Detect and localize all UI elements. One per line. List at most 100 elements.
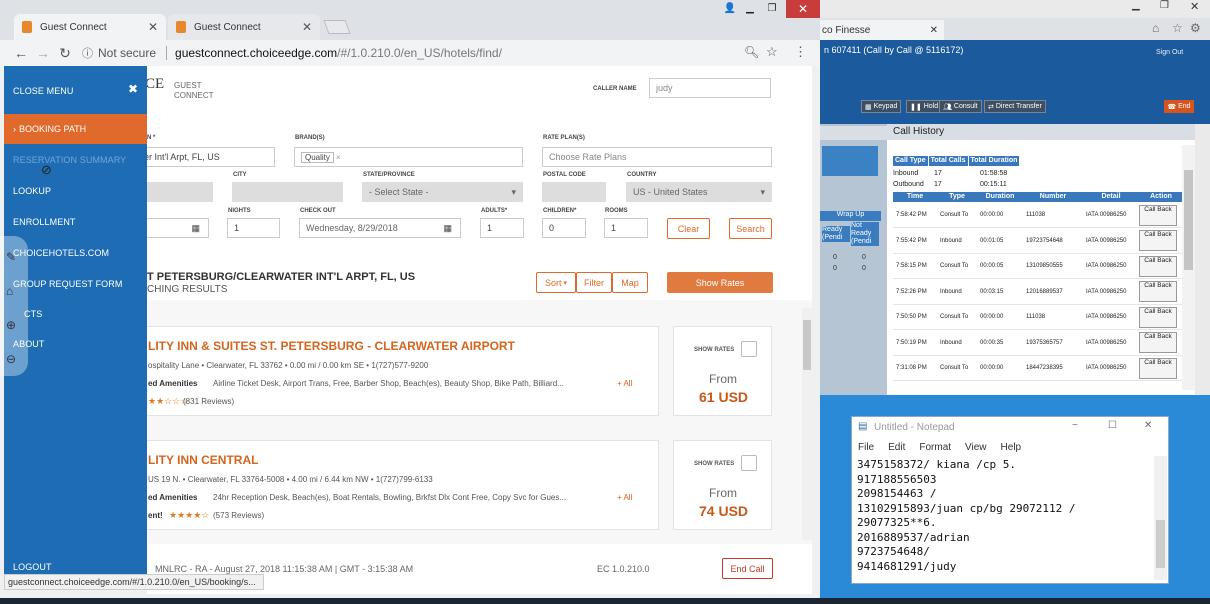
destination-input[interactable]: er Int'l Arpt, FL, US xyxy=(137,147,275,167)
calendar-icon[interactable]: ▦ xyxy=(191,223,200,234)
scrollbar-thumb[interactable] xyxy=(1184,170,1193,270)
menu-help[interactable]: Help xyxy=(1001,442,1022,453)
tab-guest-connect-2[interactable]: Guest Connect ✕ xyxy=(168,14,320,40)
country-select[interactable]: US - United States ▾ xyxy=(626,182,772,202)
minimize-icon[interactable]: ▁ xyxy=(740,2,760,16)
city-input[interactable] xyxy=(232,182,343,202)
window-close-icon[interactable]: ✕ xyxy=(786,0,820,18)
consult-button[interactable]: 👥︎ Consult xyxy=(939,100,982,113)
hotel-name[interactable]: LITY INN CENTRAL xyxy=(148,453,258,467)
menu-edit[interactable]: Edit xyxy=(888,442,905,453)
end-call-button[interactable]: ☎ End xyxy=(1164,100,1194,113)
menu-item-enrollment[interactable]: ENROLLMENT xyxy=(13,217,76,227)
reload-icon[interactable]: ↻ xyxy=(54,45,76,62)
show-rates-button[interactable]: Show Rates xyxy=(667,272,773,293)
settings-gear-icon[interactable]: ⚙ xyxy=(1190,21,1201,35)
clear-button[interactable]: Clear xyxy=(667,218,710,239)
tab-guest-connect-1[interactable]: Guest Connect ✕ xyxy=(14,14,166,40)
menu-view[interactable]: View xyxy=(965,442,987,453)
bookmark-star-icon[interactable]: ☆ xyxy=(1172,21,1183,35)
scrollbar-thumb[interactable] xyxy=(803,320,811,370)
rate-plans-input[interactable]: Choose Rate Plans xyxy=(542,147,772,167)
reviews-link[interactable]: (573 Reviews) xyxy=(213,511,264,520)
pen-icon[interactable]: ✎ xyxy=(6,250,16,264)
close-tab-icon[interactable]: ✕ xyxy=(302,20,312,34)
hotel-name[interactable]: LITY INN & SUITES ST. PETERSBURG - CLEAR… xyxy=(148,339,515,353)
col-number[interactable]: Number xyxy=(1023,192,1083,202)
adults-input[interactable]: 1 xyxy=(480,218,524,238)
new-tab-button[interactable] xyxy=(323,20,351,34)
state-select[interactable]: - Select State - ▾ xyxy=(362,182,523,202)
url-text[interactable]: guestconnect.choiceedge.com/#/1.0.210.0/… xyxy=(175,46,502,60)
search-button[interactable]: Search xyxy=(729,218,772,239)
col-type[interactable]: Type xyxy=(937,192,977,202)
close-icon[interactable]: ✕ xyxy=(1144,420,1152,431)
close-tab-icon[interactable]: ✕ xyxy=(930,25,938,36)
menu-item-reservation-summary[interactable]: RESERVATION SUMMARY xyxy=(13,155,126,165)
menu-item-logout[interactable]: LOGOUT xyxy=(13,562,52,572)
menu-item-group-request[interactable]: GROUP REQUEST FORM xyxy=(13,279,122,289)
call-back-button[interactable]: Call Back xyxy=(1139,255,1177,277)
sort-button[interactable]: Sort ▾ xyxy=(536,272,576,293)
col-action[interactable]: Action xyxy=(1139,192,1183,202)
close-menu-item[interactable]: CLOSE MENU xyxy=(13,86,74,96)
brands-input[interactable]: Quality × xyxy=(294,147,523,167)
checkin-input[interactable]: ▦ xyxy=(137,218,209,238)
close-tab-icon[interactable]: ✕ xyxy=(148,20,158,34)
keypad-button[interactable]: ▦ Keypad xyxy=(861,100,902,113)
nights-input[interactable]: 1 xyxy=(227,218,280,238)
home-icon[interactable]: ⌂ xyxy=(1152,21,1159,35)
menu-item-lookup[interactable]: LOOKUP xyxy=(13,186,51,196)
back-icon[interactable]: ← xyxy=(10,45,32,61)
checkout-input[interactable]: Wednesday, 8/29/2018 ▦ xyxy=(299,218,461,238)
call-back-button[interactable]: Call Back xyxy=(1139,230,1177,251)
hold-button[interactable]: ❚❚ Hold xyxy=(906,100,943,113)
col-duration[interactable]: Duration xyxy=(977,192,1023,202)
forward-icon[interactable]: → xyxy=(32,45,54,61)
show-rates-checkbox[interactable] xyxy=(741,455,757,471)
notepad-text-area[interactable]: 3475158372/ kiana /cp 5. 917188556503 2098… xyxy=(857,458,1157,574)
end-call-button[interactable]: End Call xyxy=(722,558,773,579)
profile-icon[interactable]: 👤 xyxy=(720,2,740,16)
postal-code-input[interactable] xyxy=(542,182,606,202)
col-time[interactable]: Time xyxy=(893,192,937,202)
menu-file[interactable]: File xyxy=(858,442,874,453)
scrollbar-thumb[interactable] xyxy=(1156,520,1165,568)
zoom-in-icon[interactable]: ⊕ xyxy=(6,318,16,332)
zoom-out-icon[interactable]: ⊖ xyxy=(6,352,16,366)
close-icon[interactable]: ✖ xyxy=(128,82,138,96)
address-bar[interactable]: ⓘ Not secure guestconnect.choiceedge.com… xyxy=(82,43,786,63)
caller-name-input[interactable]: judy xyxy=(649,78,771,98)
minimize-icon[interactable]: − xyxy=(1072,420,1078,431)
reviews-link[interactable]: (831 Reviews) xyxy=(183,397,234,406)
brand-chip[interactable]: Quality xyxy=(301,151,334,163)
close-icon[interactable]: ✕ xyxy=(1190,0,1199,13)
all-amenities-link[interactable]: + All xyxy=(617,493,632,502)
highlighter-icon[interactable]: ⌂ xyxy=(6,284,13,298)
call-back-button[interactable]: Call Back xyxy=(1139,204,1177,226)
direct-transfer-button[interactable]: ⇄ Direct Transfer xyxy=(984,100,1046,113)
col-detail[interactable]: Detail xyxy=(1083,192,1139,202)
maximize-icon[interactable]: ❐ xyxy=(762,2,782,16)
menu-item-booking-path[interactable]: › BOOKING PATH xyxy=(4,114,147,144)
calendar-icon[interactable]: ▦ xyxy=(443,223,452,234)
rooms-input[interactable]: 1 xyxy=(604,218,648,238)
menu-format[interactable]: Format xyxy=(919,442,951,453)
info-icon[interactable]: ⓘ xyxy=(82,45,98,61)
call-back-button[interactable]: Call Back xyxy=(1139,332,1177,353)
hotel-card[interactable]: LITY INN & SUITES ST. PETERSBURG - CLEAR… xyxy=(142,326,659,416)
call-back-button[interactable]: Call Back xyxy=(1139,357,1177,379)
zoom-icon[interactable]: 🔍︎ xyxy=(744,45,759,59)
map-button[interactable]: Map xyxy=(612,272,648,293)
bookmark-star-icon[interactable]: ☆ xyxy=(766,44,778,60)
results-scrollbar[interactable] xyxy=(802,308,812,540)
tab-finesse[interactable]: co Finesse ✕ xyxy=(820,20,944,40)
show-rates-checkbox[interactable] xyxy=(741,341,757,357)
maximize-icon[interactable]: ☐ xyxy=(1108,420,1117,431)
call-back-button[interactable]: Call Back xyxy=(1139,306,1177,328)
filter-button[interactable]: Filter xyxy=(576,272,612,293)
all-amenities-link[interactable]: + All xyxy=(617,379,632,388)
hotel-card[interactable]: LITY INN CENTRAL US 19 N. • Clearwater, … xyxy=(142,440,659,530)
sign-out-link[interactable]: Sign Out xyxy=(1156,49,1183,56)
chrome-menu-icon[interactable]: ⋮ xyxy=(794,44,807,60)
